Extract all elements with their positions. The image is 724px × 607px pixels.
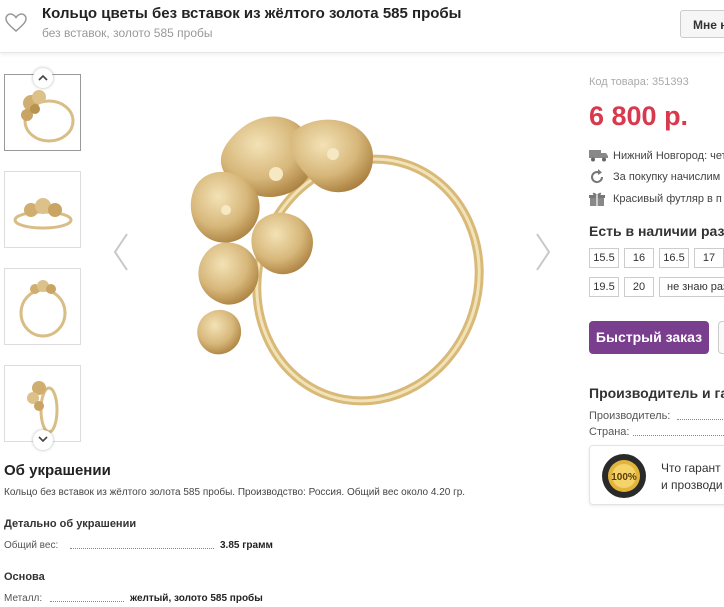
size-option[interactable]: 16 — [624, 248, 654, 268]
guarantee-text-line1: Что гарант — [661, 461, 721, 475]
guarantee-seal-icon: 100% — [602, 454, 646, 498]
metal-value: желтый, золото 585 пробы — [130, 593, 263, 604]
about-title: Об украшении — [4, 462, 111, 479]
thumbnail-3[interactable] — [4, 268, 81, 345]
weight-value: 3.85 грамм — [220, 540, 273, 551]
product-header: Кольцо цветы без вставок из жёлтого золо… — [0, 0, 724, 53]
guarantee-box[interactable]: 100% Что гарант и прозводи — [589, 445, 724, 505]
thumbnail-2[interactable] — [4, 171, 81, 248]
product-price: 6 800 р. — [589, 101, 689, 131]
delivery-truck-icon — [589, 150, 608, 162]
size-option[interactable]: 20 — [624, 277, 654, 297]
seal-text: 100% — [611, 472, 637, 483]
heart-icon[interactable] — [5, 13, 27, 33]
guarantee-text-line2: и прозводи — [661, 478, 723, 492]
ring-thumbnail-image — [27, 381, 59, 434]
about-text: Кольцо без вставок из жёлтого золота 585… — [4, 487, 466, 498]
like-button[interactable]: Мне н — [680, 10, 724, 38]
size-option[interactable]: 19.5 — [589, 277, 619, 297]
country-label: Страна: — [589, 426, 630, 438]
chevron-down-icon — [38, 436, 48, 443]
size-option[interactable]: 16.5 — [659, 248, 689, 268]
size-option[interactable]: 17 — [694, 248, 724, 268]
dotted-leader — [633, 435, 724, 436]
bonus-refresh-icon — [591, 169, 604, 184]
dotted-leader — [70, 548, 214, 549]
size-option-unknown[interactable]: не знаю раз — [659, 277, 724, 297]
details-title: Детально об украшении — [4, 518, 137, 530]
product-main-image — [190, 116, 484, 406]
product-subtitle: без вставок, золото 585 пробы — [42, 26, 213, 40]
thumbnails-down-button[interactable] — [33, 430, 53, 450]
weight-label: Общий вес: — [4, 540, 59, 551]
delivery-text: Нижний Новгород: чет — [613, 150, 724, 162]
producer-label: Производитель: — [589, 410, 671, 422]
availability-title: Есть в наличии разм — [589, 223, 724, 239]
ring-thumbnail-image — [13, 198, 73, 230]
chevron-right-icon[interactable] — [534, 232, 552, 272]
manufacturer-title: Производитель и га — [589, 385, 724, 401]
size-option[interactable]: 15.5 — [589, 248, 619, 268]
thumbnail-gallery — [4, 68, 82, 450]
dotted-leader — [50, 601, 124, 602]
product-title: Кольцо цветы без вставок из жёлтого золо… — [42, 5, 462, 22]
dotted-leader — [677, 419, 724, 420]
gift-box-text: Красивый футляр в п — [613, 193, 722, 205]
metal-label: Металл: — [4, 593, 43, 604]
product-code: Код товара: 351393 — [589, 76, 689, 88]
quick-order-button[interactable]: Быстрый заказ — [589, 321, 709, 354]
ring-thumbnail-image — [21, 90, 75, 143]
base-title: Основа — [4, 571, 45, 583]
thumbnails-up-button[interactable] — [33, 68, 53, 88]
chevron-up-icon — [38, 74, 48, 81]
gift-box-icon — [589, 192, 605, 206]
add-to-cart-button[interactable] — [718, 321, 724, 354]
ring-thumbnail-image — [19, 280, 67, 338]
bonus-text: За покупку начислим — [613, 171, 721, 183]
